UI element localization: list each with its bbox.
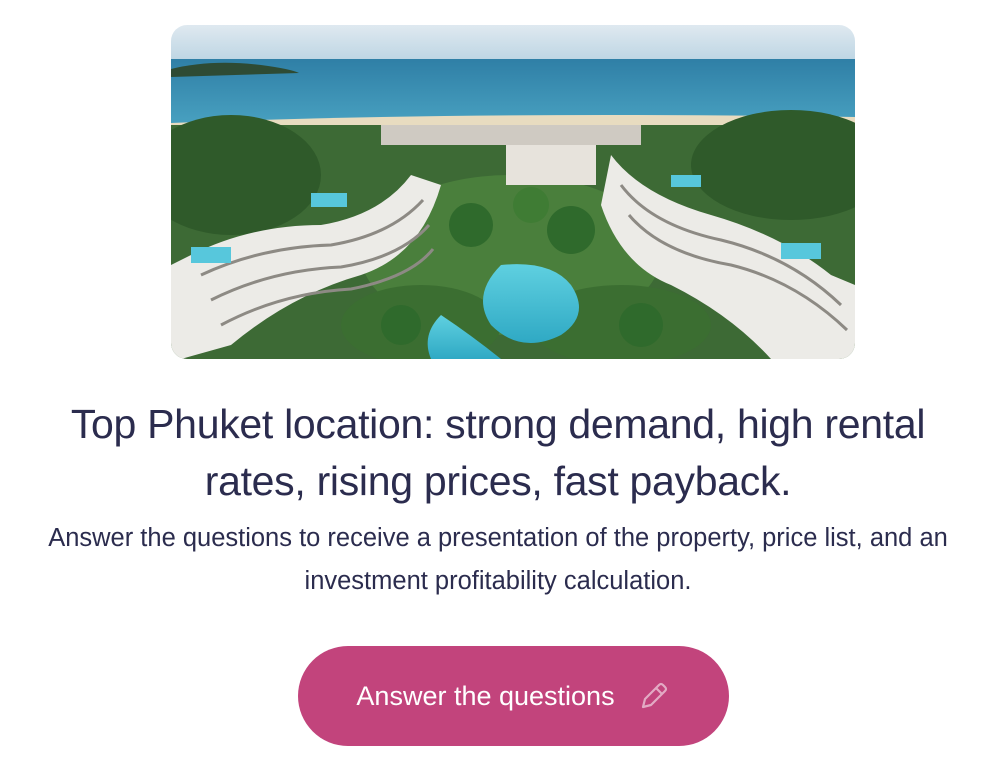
pencil-icon (637, 679, 671, 713)
page: Top Phuket location: strong demand, high… (0, 0, 996, 758)
resort-aerial-illustration (171, 25, 855, 359)
answer-questions-label: Answer the questions (356, 680, 615, 711)
answer-questions-button[interactable]: Answer the questions (298, 646, 729, 746)
subtext: Answer the questions to receive a presen… (48, 524, 948, 595)
hero-image (171, 25, 855, 359)
headline: Top Phuket location: strong demand, high… (70, 401, 926, 504)
